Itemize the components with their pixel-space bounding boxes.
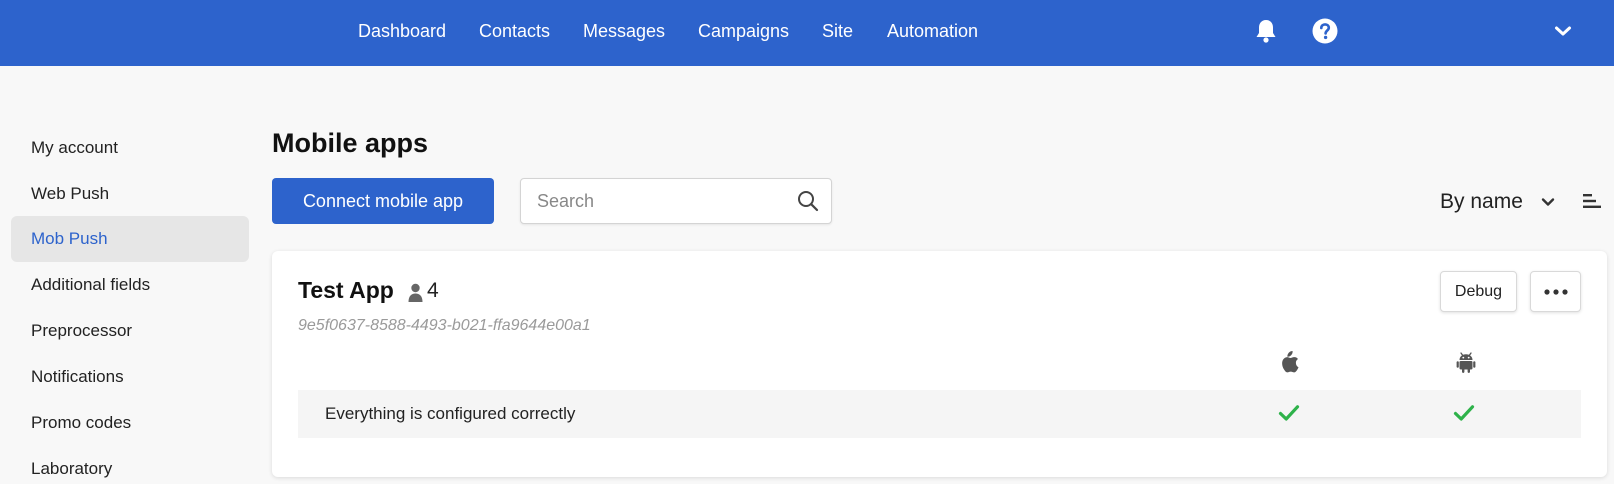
sidebar-item-label: Laboratory — [31, 459, 113, 478]
bell-icon[interactable] — [1252, 17, 1280, 45]
connect-mobile-app-button[interactable]: Connect mobile app — [272, 178, 494, 224]
nav-item-dashboard[interactable]: Dashboard — [358, 20, 446, 42]
sort-order-icon[interactable] — [1583, 193, 1601, 214]
sidebar-item-mob-push[interactable]: Mob Push — [11, 216, 249, 262]
search-icon[interactable] — [797, 190, 819, 217]
sidebar-item-label: My account — [31, 138, 118, 157]
sort-select[interactable]: By name — [1440, 190, 1523, 214]
sidebar-item-label: Notifications — [31, 367, 124, 386]
sidebar-item-notifications[interactable]: Notifications — [11, 354, 249, 400]
sidebar-item-additional-fields[interactable]: Additional fields — [11, 262, 249, 308]
user-icon — [408, 283, 423, 307]
sort-chevron-icon[interactable] — [1541, 194, 1555, 212]
ios-check-icon — [1278, 404, 1300, 427]
more-options-button[interactable] — [1530, 271, 1581, 312]
ellipsis-icon — [1543, 288, 1568, 295]
status-row: Everything is configured correctly — [298, 390, 1581, 438]
top-navigation-bar: Dashboard Contacts Messages Campaigns Si… — [0, 0, 1614, 66]
sidebar-item-promo-codes[interactable]: Promo codes — [11, 400, 249, 446]
sidebar-item-preprocessor[interactable]: Preprocessor — [11, 308, 249, 354]
chevron-down-icon[interactable] — [1549, 17, 1577, 45]
page-title: Mobile apps — [272, 128, 429, 158]
app-id: 9e5f0637-8588-4493-b021-ffa9644e00a1 — [298, 317, 591, 334]
sidebar-item-my-account[interactable]: My account — [11, 125, 249, 171]
sidebar-item-web-push[interactable]: Web Push — [11, 171, 249, 217]
nav-item-campaigns[interactable]: Campaigns — [698, 20, 789, 42]
app-card: Test App 4 9e5f0637-8588-4493-b021-ffa96… — [272, 251, 1607, 477]
nav-item-contacts[interactable]: Contacts — [479, 20, 550, 42]
user-count: 4 — [427, 279, 439, 302]
apple-icon — [1280, 350, 1300, 379]
sidebar-item-label: Preprocessor — [31, 321, 133, 340]
app-name: Test App — [298, 277, 394, 303]
help-icon[interactable] — [1311, 17, 1339, 45]
search-box — [520, 178, 832, 224]
status-text: Everything is configured correctly — [325, 404, 576, 423]
sidebar-item-laboratory[interactable]: Laboratory — [11, 446, 249, 484]
android-check-icon — [1453, 404, 1475, 427]
android-icon — [1456, 350, 1476, 379]
nav-item-messages[interactable]: Messages — [583, 20, 665, 42]
sidebar-item-label: Additional fields — [31, 275, 151, 294]
nav-item-site[interactable]: Site — [822, 20, 853, 42]
nav-item-automation[interactable]: Automation — [887, 20, 978, 42]
sidebar-item-label: Web Push — [31, 184, 110, 203]
debug-button[interactable]: Debug — [1440, 271, 1517, 312]
sidebar-item-label: Mob Push — [31, 229, 108, 248]
search-input[interactable] — [537, 179, 787, 223]
sidebar-item-label: Promo codes — [31, 413, 132, 432]
